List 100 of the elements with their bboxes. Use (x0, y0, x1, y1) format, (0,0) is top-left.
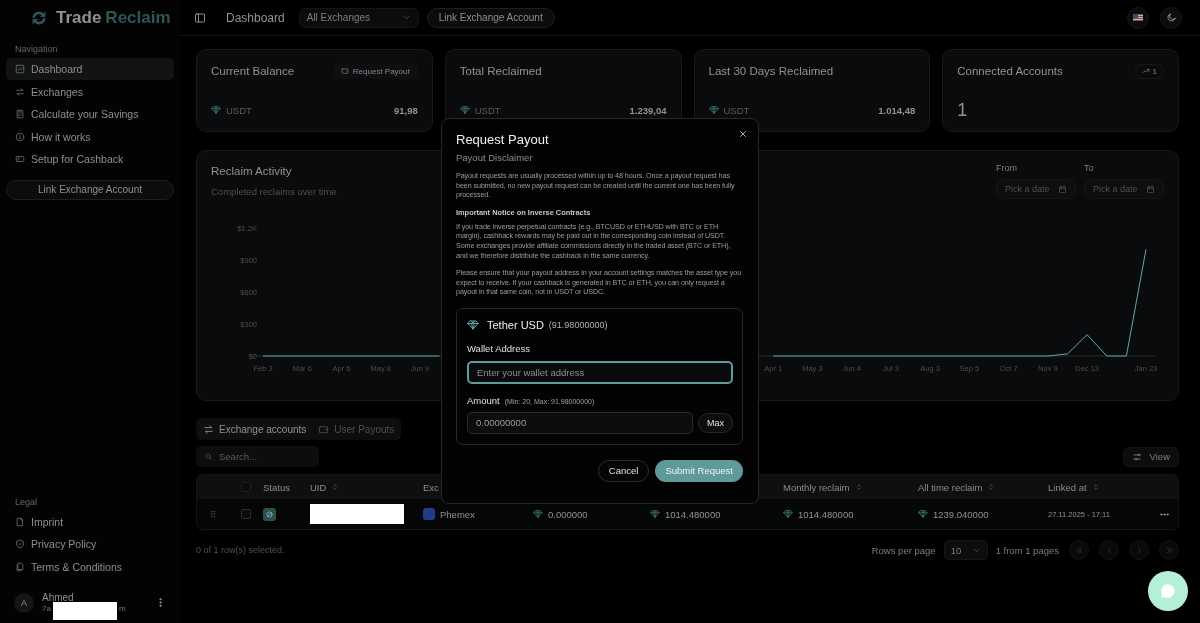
legal-link[interactable]: Imprint (6, 510, 174, 533)
table-cell: 1014.480000 (798, 508, 854, 520)
currency-label: USDT (474, 104, 501, 116)
field-label: Amount (467, 394, 500, 406)
sliders-icon (1131, 451, 1142, 462)
diamond-icon (533, 509, 543, 519)
link-account-button[interactable]: Link Exchange Account (6, 179, 174, 200)
sidebar-toggle-icon[interactable] (194, 11, 206, 24)
legal-link[interactable]: Terms & Conditions (6, 555, 174, 578)
stat-value: 1.239,04 (629, 104, 667, 116)
drag-handle-icon[interactable] (208, 509, 218, 519)
chat-button[interactable] (1148, 571, 1188, 611)
nav-item[interactable]: Dashboard (6, 58, 174, 80)
logo-word: Reclaim (105, 8, 171, 28)
wallet-icon (340, 67, 349, 75)
diamond-icon (918, 509, 928, 519)
double-chevron-right-icon (1164, 545, 1174, 555)
diamond-icon (459, 105, 470, 115)
theme-toggle-button[interactable] (1160, 6, 1182, 29)
sort-icon[interactable] (854, 483, 863, 491)
column-header[interactable]: Monthly reclaim (779, 481, 914, 493)
redaction-block (52, 602, 117, 620)
email-fragment: 7a (42, 603, 51, 613)
asset-name: Tether USD (487, 318, 544, 331)
nav-item[interactable]: Setup for Cashback (6, 148, 174, 170)
max-button[interactable]: Max (698, 412, 733, 433)
moon-icon (1165, 12, 1177, 23)
trend-icon (1141, 67, 1150, 75)
chat-icon (1159, 582, 1177, 600)
sort-icon[interactable] (331, 483, 340, 491)
calculator-icon (15, 109, 25, 119)
exchange-logo-icon (423, 508, 435, 520)
diamond-icon (467, 318, 479, 331)
documents-icon (15, 561, 25, 572)
stat-value: 1.014,48 (878, 104, 916, 116)
card-subtitle: Completed reclaims over time (211, 186, 337, 197)
amount-field[interactable]: 0.00000000 (467, 411, 693, 434)
shield-icon (15, 539, 25, 549)
link-account-button[interactable]: Link Exchange Account (426, 7, 555, 28)
page-title: Dashboard (226, 10, 285, 25)
request-payout-button[interactable]: Request Payout (332, 63, 418, 79)
calendar-icon (1058, 184, 1067, 194)
row-checkbox[interactable] (241, 509, 251, 519)
column-header[interactable]: All time reclaim (914, 481, 1044, 493)
nav-item[interactable]: How it works (6, 125, 174, 148)
first-page-button[interactable] (1069, 540, 1089, 560)
column-header: Status (262, 481, 291, 493)
nav-item[interactable]: Calculate your Savings (6, 103, 174, 125)
double-chevron-left-icon (1074, 545, 1084, 555)
cancel-button[interactable]: Cancel (597, 459, 650, 482)
rows-per-page-label: Rows per page (871, 544, 936, 556)
stat-value: 91,98 (393, 104, 418, 116)
user-name: Ahmed (42, 592, 75, 603)
currency-label: USDT (723, 104, 750, 116)
info-icon (15, 131, 25, 142)
column-header: Exc (422, 481, 440, 493)
column-header[interactable]: Linked at (1044, 481, 1151, 493)
dialog-title: Request Payout (456, 132, 550, 147)
card-title: Reclaim Activity (211, 165, 293, 177)
chevron-icon (401, 13, 411, 22)
table-cell: Phemex (440, 508, 475, 520)
card-title: Last 30 Days Reclaimed (708, 65, 834, 77)
diamond-icon (783, 509, 793, 519)
rows-per-page-select[interactable]: 10 (943, 540, 988, 560)
search-icon (204, 452, 213, 461)
selection-count: 0 of 1 row(s) selected. (196, 545, 285, 555)
table-cell: 0.000000 (548, 508, 588, 520)
previous-page-button[interactable] (1099, 540, 1119, 560)
currency-label: USDT (226, 104, 252, 116)
nav-item[interactable]: Exchanges (6, 80, 174, 103)
arrows-icon (15, 86, 25, 97)
wallet-address-field[interactable]: Enter your wallet address (467, 360, 733, 384)
asset-balance: (91.98000000) (548, 319, 608, 330)
sort-icon[interactable] (987, 483, 996, 491)
status-icon (263, 507, 276, 521)
diamond-icon (211, 105, 221, 115)
flag-icon (1133, 14, 1143, 21)
calendar-icon (1146, 184, 1155, 194)
card-title: Connected Accounts (957, 65, 1063, 77)
wallet-icon (318, 423, 330, 435)
stat-value: 1 (957, 99, 968, 121)
sort-icon[interactable] (1091, 483, 1100, 491)
table-cell: 1014.480000 (665, 508, 721, 520)
diamond-icon (650, 509, 660, 519)
close-icon[interactable] (738, 129, 748, 139)
view-button[interactable]: View (1122, 446, 1179, 467)
next-page-button[interactable] (1129, 540, 1149, 560)
last-page-button[interactable] (1159, 540, 1179, 560)
page-info: 1 from 1 pages (995, 544, 1059, 556)
column-header[interactable]: UID (306, 481, 419, 493)
search-field[interactable]: Search... (196, 446, 319, 467)
field-label: Wallet Address (467, 342, 531, 354)
exchange-select[interactable]: All Exchanges (298, 7, 419, 28)
diamond-icon (708, 105, 719, 115)
field-label: To (1084, 163, 1095, 173)
table-cell: 1239.040000 (933, 508, 989, 520)
arrows-icon (203, 423, 214, 435)
logo-word: Trade (56, 8, 102, 28)
language-button[interactable] (1127, 6, 1149, 29)
legal-link[interactable]: Privacy Policy (6, 533, 174, 555)
